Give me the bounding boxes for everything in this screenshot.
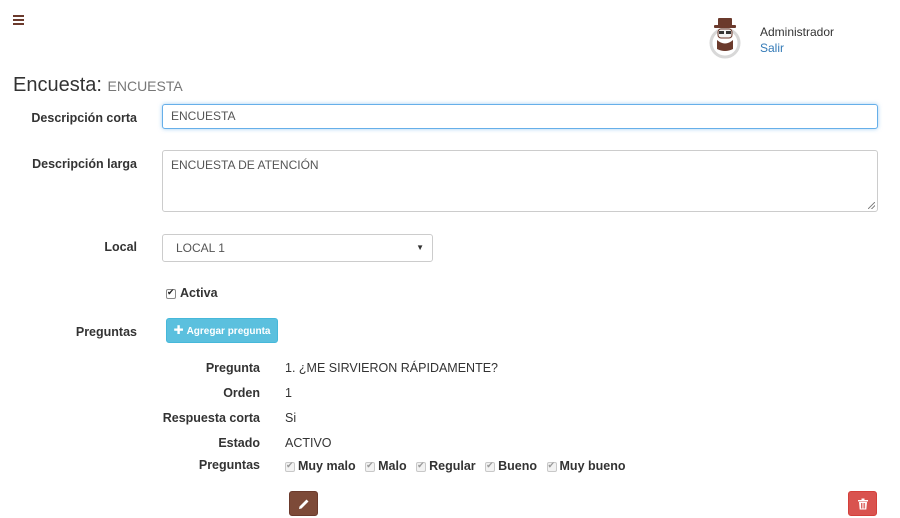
long-desc-value: ENCUESTA DE ATENCIÓN	[171, 158, 319, 172]
long-desc-textarea[interactable]: ENCUESTA DE ATENCIÓN	[162, 150, 878, 212]
checkbox-icon	[365, 460, 376, 472]
answer-options: Muy malo Malo Regular Bueno Muy bueno	[285, 459, 631, 473]
user-name: Administrador	[760, 25, 835, 39]
short-desc-input[interactable]: ENCUESTA	[162, 104, 878, 129]
checkbox-icon	[485, 460, 496, 472]
spy-avatar-icon	[709, 18, 741, 59]
question-status: ACTIVO	[285, 436, 332, 450]
question-status-label: Estado	[218, 436, 260, 450]
short-desc-label: Descripción corta	[31, 111, 137, 125]
option-item: Muy malo	[285, 459, 356, 473]
checkbox-icon	[285, 460, 295, 472]
question-text: 1. ¿ME SIRVIERON RÁPIDAMENTE?	[285, 361, 499, 375]
checkbox-icon	[546, 460, 557, 472]
add-question-label: Agregar pregunta	[186, 326, 271, 337]
avatar	[707, 15, 743, 59]
question-text-label: Pregunta	[205, 361, 260, 375]
long-desc-label: Descripción larga	[32, 157, 137, 171]
add-question-button[interactable]: ✚ Agregar pregunta	[166, 318, 278, 343]
short-answer: Si	[285, 411, 297, 425]
questions-label: Preguntas	[75, 325, 137, 339]
local-select[interactable]: LOCAL 1 ▼	[162, 234, 433, 262]
option-item: Malo	[365, 459, 407, 473]
question-order: 1	[285, 386, 292, 400]
local-label: Local	[104, 240, 137, 254]
option-item: Regular	[416, 459, 476, 473]
option-item: Muy bueno	[546, 459, 626, 473]
logout-link[interactable]: Salir	[760, 41, 784, 55]
plus-icon: ✚	[173, 323, 184, 337]
resize-handle-icon[interactable]	[868, 202, 875, 209]
option-label: Bueno	[498, 459, 538, 473]
checkbox-icon	[416, 460, 427, 472]
edit-question-button[interactable]	[289, 491, 318, 516]
option-label: Muy malo	[298, 459, 356, 473]
trash-icon	[858, 498, 868, 510]
page-title-text: Encuesta:	[13, 74, 102, 96]
checkbox-icon[interactable]	[166, 287, 176, 299]
caret-down-icon: ▼	[416, 243, 424, 252]
option-label: Muy bueno	[559, 459, 626, 473]
local-selected-value: LOCAL 1	[176, 241, 225, 255]
pencil-icon	[299, 499, 309, 509]
active-checkbox[interactable]: Activa	[162, 286, 218, 300]
delete-question-button[interactable]	[848, 491, 877, 516]
option-label: Regular	[429, 459, 476, 473]
answer-options-label: Preguntas	[198, 458, 260, 472]
page-title: Encuesta: ENCUESTA	[13, 74, 183, 97]
menu-toggle-icon[interactable]	[13, 15, 24, 25]
active-label: Activa	[180, 286, 218, 300]
short-answer-label: Respuesta corta	[162, 411, 260, 425]
question-order-label: Orden	[223, 386, 260, 400]
option-item: Bueno	[485, 459, 537, 473]
option-label: Malo	[378, 459, 407, 473]
page-subtitle: ENCUESTA	[107, 78, 183, 94]
